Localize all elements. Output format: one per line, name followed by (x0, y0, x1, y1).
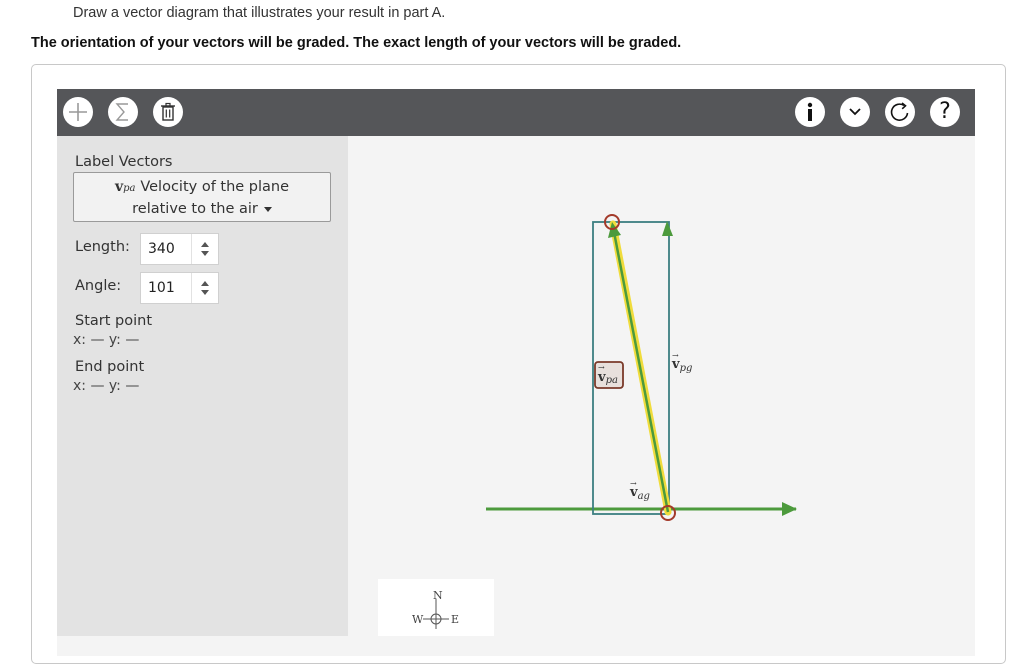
angle-label: Angle: (75, 278, 122, 294)
compass-north: N (433, 589, 443, 602)
vector-label-dropdown[interactable]: vpa Velocity of the plane relative to th… (73, 172, 331, 222)
angle-stepper[interactable]: 101 (140, 272, 219, 304)
panel-footer-area (57, 636, 348, 656)
plus-icon (69, 103, 87, 121)
angle-stepper-arrows[interactable] (191, 273, 218, 303)
compass-icon (423, 599, 449, 629)
sum-vectors-button[interactable] (108, 97, 138, 127)
compass-east: E (451, 613, 460, 626)
decrement-icon[interactable] (201, 251, 209, 256)
vector-symbol: vpa (114, 179, 136, 195)
instruction-text: Draw a vector diagram that illustrates y… (73, 5, 446, 21)
compass-rose: N W E (378, 579, 494, 636)
dropdown-line-1: vpa Velocity of the plane (114, 179, 290, 195)
add-vector-button[interactable] (63, 97, 93, 127)
reset-button[interactable] (885, 97, 915, 127)
length-stepper[interactable]: 340 (140, 233, 219, 265)
end-point-label: End point (75, 359, 145, 375)
help-icon: ? (939, 99, 951, 124)
start-point-label: Start point (75, 313, 153, 329)
toolbar: ? (57, 89, 975, 136)
label-vectors-title: Label Vectors (75, 154, 173, 170)
length-stepper-arrows[interactable] (191, 234, 218, 264)
more-options-button[interactable] (840, 97, 870, 127)
increment-icon[interactable] (201, 242, 209, 247)
length-input[interactable]: 340 (148, 241, 175, 257)
increment-icon[interactable] (201, 281, 209, 286)
compass-west: W (412, 613, 424, 626)
grading-note: The orientation of your vectors will be … (31, 35, 682, 51)
info-icon (807, 102, 813, 121)
drawing-canvas[interactable] (348, 136, 975, 656)
sigma-icon (115, 103, 128, 121)
start-point-coords: x: — y: — (73, 332, 140, 348)
info-button[interactable] (795, 97, 825, 127)
end-point-coords: x: — y: — (73, 378, 140, 394)
length-label: Length: (75, 239, 130, 255)
chevron-down-icon (849, 108, 861, 116)
delete-vector-button[interactable] (153, 97, 183, 127)
angle-input[interactable]: 101 (148, 280, 175, 296)
reset-icon (890, 102, 909, 121)
trash-icon (161, 102, 175, 121)
help-button[interactable]: ? (930, 97, 960, 127)
decrement-icon[interactable] (201, 290, 209, 295)
dropdown-line-2: relative to the air (74, 199, 330, 220)
caret-down-icon (263, 206, 272, 212)
